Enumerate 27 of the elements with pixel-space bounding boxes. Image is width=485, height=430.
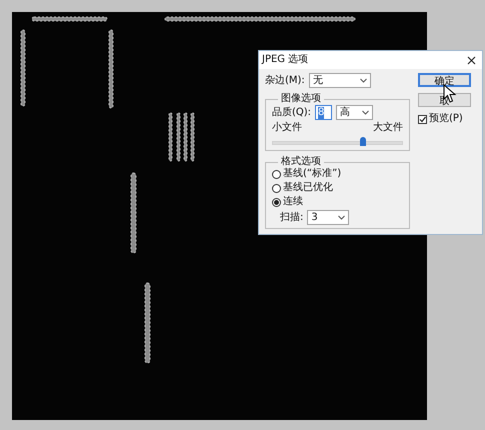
matte-label: 杂边(M):: [265, 74, 305, 86]
min-label: 小文件: [272, 122, 302, 134]
radio-button[interactable]: [272, 170, 281, 178]
chevron-icon: [360, 78, 367, 83]
preview-checkbox[interactable]: [418, 114, 427, 124]
quality-label: 品质(Q):: [272, 106, 312, 118]
chevron-icon: [362, 110, 370, 115]
radio-button[interactable]: [272, 184, 281, 192]
radio-label: 基线(“标准”): [283, 168, 342, 180]
radio-button[interactable]: [272, 198, 281, 206]
quality-input[interactable]: 8: [315, 105, 332, 120]
quality-dropdown[interactable]: 高: [336, 105, 374, 120]
slider-thumb[interactable]: [360, 137, 366, 146]
max-label: 大文件: [373, 122, 403, 134]
matte-dropdown[interactable]: 无: [308, 73, 371, 88]
radio-label: 基线已优化: [283, 182, 333, 194]
preview-label: 预览(P): [429, 113, 463, 125]
close-icon[interactable]: [467, 56, 476, 64]
dialog-button[interactable]: 确定: [418, 73, 471, 87]
dialog-title: JPEG 选项: [262, 54, 308, 66]
scan-label: 扫描:: [280, 212, 304, 224]
radio-label: 连续: [283, 196, 303, 208]
group-title: 图像选项: [280, 93, 322, 105]
chevron-icon: [338, 215, 346, 220]
scan-dropdown[interactable]: 3: [307, 210, 350, 225]
group-title: 格式选项: [280, 156, 322, 168]
dialog-button[interactable]: 取: [418, 93, 471, 107]
